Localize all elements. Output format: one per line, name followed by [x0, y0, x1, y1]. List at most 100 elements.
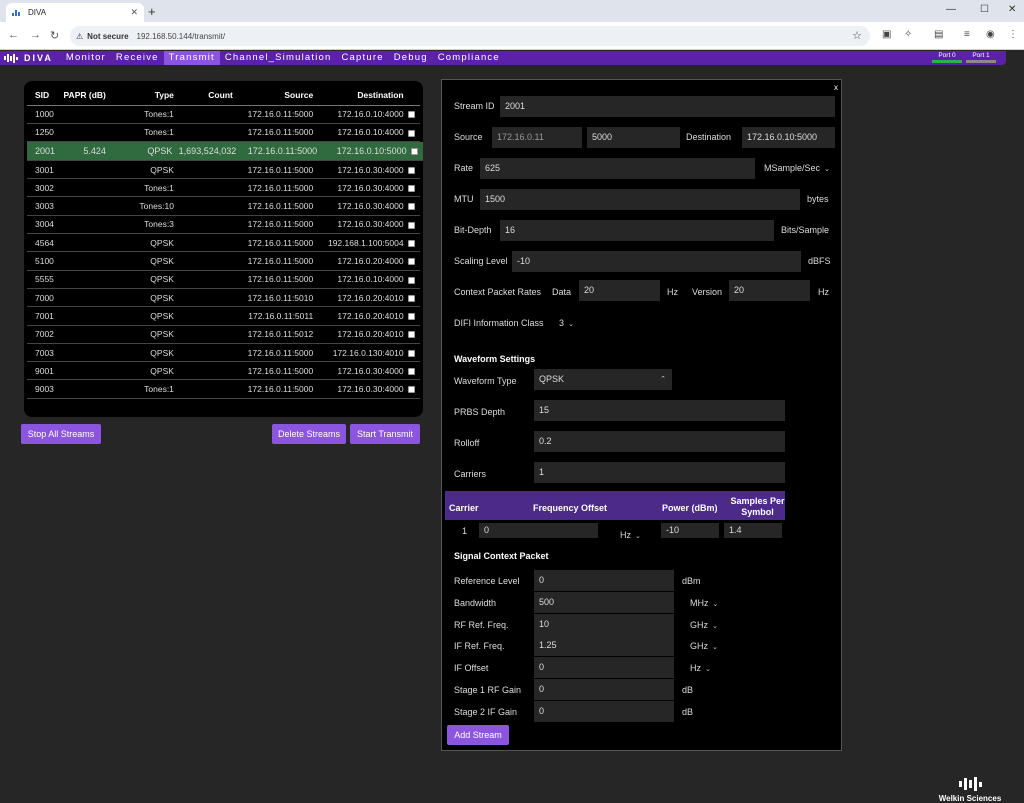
- close-icon[interactable]: x: [834, 83, 838, 92]
- table-row[interactable]: 1250 Tones:1 172.16.0.11:5000 172.16.0.10:4…: [27, 123, 420, 143]
- browser-tab[interactable]: DIVA ✕: [6, 3, 144, 22]
- row-select-checkbox[interactable]: [408, 185, 416, 193]
- new-tab-icon[interactable]: +: [148, 4, 156, 19]
- frequency-offset-input[interactable]: 0: [479, 523, 598, 538]
- menu-monitor[interactable]: Monitor: [61, 51, 111, 65]
- source-port-input[interactable]: 5000: [587, 127, 680, 148]
- media-icon[interactable]: ≡: [964, 29, 970, 40]
- table-row[interactable]: 7000 QPSK 172.16.0.11:5010 172.16.0.20:4010: [27, 288, 420, 308]
- prbs-depth-input[interactable]: 15: [534, 400, 785, 421]
- table-row[interactable]: 3004 Tones:3 172.16.0.11:5000 172.16.0.30:4…: [27, 215, 420, 235]
- menu-compliance[interactable]: Compliance: [433, 51, 505, 65]
- data-rate-input[interactable]: 20: [579, 280, 660, 301]
- scaling-level-input[interactable]: -10: [512, 251, 801, 272]
- context-field-input[interactable]: 1.25: [534, 635, 674, 657]
- row-select-checkbox[interactable]: [408, 203, 416, 211]
- menu-debug[interactable]: Debug: [389, 51, 433, 65]
- context-unit-select[interactable]: MHz ⌄: [690, 598, 718, 608]
- row-select-checkbox[interactable]: [408, 276, 416, 284]
- delete-streams-button[interactable]: Delete Streams: [272, 424, 346, 444]
- carriers-input[interactable]: 1: [534, 462, 785, 483]
- table-row[interactable]: 1000 Tones:1 172.16.0.11:5000 172.16.0.10:4…: [27, 105, 420, 124]
- menu-channel-simulation[interactable]: Channel_Simulation: [220, 51, 337, 65]
- col-source[interactable]: Source: [232, 85, 314, 106]
- context-field-input[interactable]: 10: [534, 613, 674, 635]
- row-select-checkbox[interactable]: [408, 294, 416, 302]
- mtu-input[interactable]: 1500: [480, 189, 800, 210]
- window-close-icon[interactable]: ✕: [1008, 4, 1016, 15]
- forward-icon[interactable]: →: [30, 29, 41, 41]
- rolloff-input[interactable]: 0.2: [534, 431, 785, 452]
- rate-unit-select[interactable]: MSample/Sec ⌄: [764, 163, 830, 173]
- stream-id-input[interactable]: 2001: [500, 96, 835, 117]
- row-select-checkbox[interactable]: [408, 129, 416, 137]
- maximize-icon[interactable]: ☐: [980, 4, 989, 15]
- table-row[interactable]: 9001 QPSK 172.16.0.11:5000 172.16.0.30:4000: [27, 361, 420, 381]
- context-field-input[interactable]: 0: [534, 570, 674, 591]
- menu-transmit[interactable]: Transmit: [163, 51, 220, 65]
- table-row[interactable]: 4564 QPSK 172.16.0.11:5000 192.168.1.100:50…: [27, 233, 420, 253]
- context-field-input[interactable]: 500: [534, 591, 674, 613]
- context-unit-select[interactable]: Hz ⌄: [690, 663, 711, 673]
- puzzle-icon[interactable]: ✧: [904, 29, 912, 40]
- frequency-unit-select[interactable]: Hz ⌄: [620, 530, 641, 540]
- table-row[interactable]: 2001 5.424 QPSK 1,693,524,032 172.16.0.11:50…: [27, 142, 423, 161]
- table-row[interactable]: 7002 QPSK 172.16.0.11:5012 172.16.0.20:4010: [27, 325, 420, 344]
- context-field-input[interactable]: 0: [534, 657, 674, 679]
- col-type[interactable]: Type: [105, 85, 174, 106]
- table-row[interactable]: 3002 Tones:1 172.16.0.11:5000 172.16.0.30:4…: [27, 178, 420, 198]
- destination-input[interactable]: 172.16.0.10:5000: [742, 127, 835, 148]
- row-select-checkbox[interactable]: [411, 148, 419, 156]
- power-input[interactable]: -10: [661, 523, 719, 538]
- source-ip-input[interactable]: 172.16.0.11: [492, 127, 582, 148]
- tab-close-icon[interactable]: ✕: [130, 7, 138, 18]
- samples-per-symbol-input[interactable]: 1.4: [724, 523, 782, 538]
- browser-menu-icon[interactable]: ⋮: [1008, 29, 1018, 40]
- add-stream-button[interactable]: Add Stream: [447, 725, 509, 745]
- row-select-checkbox[interactable]: [408, 239, 416, 247]
- context-unit-select[interactable]: GHz ⌄: [690, 620, 718, 630]
- not-secure-icon[interactable]: ⚠: [76, 32, 83, 41]
- sidebar-icon[interactable]: ▤: [934, 29, 943, 40]
- row-select-checkbox[interactable]: [408, 386, 416, 394]
- stop-all-streams-button[interactable]: Stop All Streams: [21, 424, 101, 444]
- profile-icon[interactable]: ◉: [986, 29, 995, 40]
- row-select-checkbox[interactable]: [408, 331, 416, 339]
- table-row[interactable]: 3001 QPSK 172.16.0.11:5000 172.16.0.30:4000: [27, 160, 420, 180]
- menu-receive[interactable]: Receive: [111, 51, 164, 65]
- table-row[interactable]: 5100 QPSK 172.16.0.11:5000 172.16.0.20:4000: [27, 251, 420, 271]
- table-row[interactable]: 5555 QPSK 172.16.0.11:5000 172.16.0.10:4000: [27, 270, 420, 289]
- col-destination[interactable]: Destination: [313, 85, 404, 106]
- row-select-checkbox[interactable]: [408, 111, 416, 119]
- bookmark-star-icon[interactable]: ☆: [852, 29, 862, 42]
- difi-class-select[interactable]: 3 ⌄: [559, 318, 574, 328]
- row-select-checkbox[interactable]: [408, 221, 416, 229]
- col-papr[interactable]: PAPR (dB): [59, 85, 106, 106]
- context-unit-select[interactable]: GHz ⌄: [690, 641, 718, 651]
- row-select-checkbox[interactable]: [408, 349, 416, 357]
- row-select-checkbox[interactable]: [408, 368, 416, 376]
- start-transmit-button[interactable]: Start Transmit: [350, 424, 420, 444]
- version-rate-input[interactable]: 20: [729, 280, 810, 301]
- address-bar[interactable]: ⚠ Not secure 192.168.50.144/transmit/ ☆: [70, 26, 870, 46]
- row-select-checkbox[interactable]: [408, 258, 416, 266]
- row-select-checkbox[interactable]: [408, 166, 416, 174]
- bit-depth-input[interactable]: 16: [500, 220, 774, 241]
- rate-input[interactable]: 625: [480, 158, 755, 179]
- url-text[interactable]: 192.168.50.144/transmit/: [137, 32, 226, 41]
- reload-icon[interactable]: ↻: [50, 29, 59, 42]
- back-icon[interactable]: ←: [8, 29, 19, 41]
- extension-icon[interactable]: ▣: [882, 29, 891, 40]
- table-row[interactable]: 7001 QPSK 172.16.0.11:5011 172.16.0.20:4010: [27, 306, 420, 326]
- menu-capture[interactable]: Capture: [337, 51, 389, 65]
- waveform-type-select[interactable]: QPSK ⌃: [534, 369, 672, 390]
- col-count[interactable]: Count: [173, 85, 233, 106]
- col-sid[interactable]: SID: [27, 85, 60, 106]
- context-field-input[interactable]: 0: [534, 700, 674, 722]
- minimize-icon[interactable]: —: [946, 4, 956, 15]
- table-row[interactable]: 9003 Tones:1 172.16.0.11:5000 172.16.0.30:4…: [27, 379, 420, 399]
- table-row[interactable]: 7003 QPSK 172.16.0.11:5000 172.16.0.130:401…: [27, 343, 420, 363]
- context-field-input[interactable]: 0: [534, 679, 674, 700]
- row-select-checkbox[interactable]: [408, 313, 416, 321]
- table-row[interactable]: 3003 Tones:10 172.16.0.11:5000 172.16.0.30:…: [27, 196, 420, 216]
